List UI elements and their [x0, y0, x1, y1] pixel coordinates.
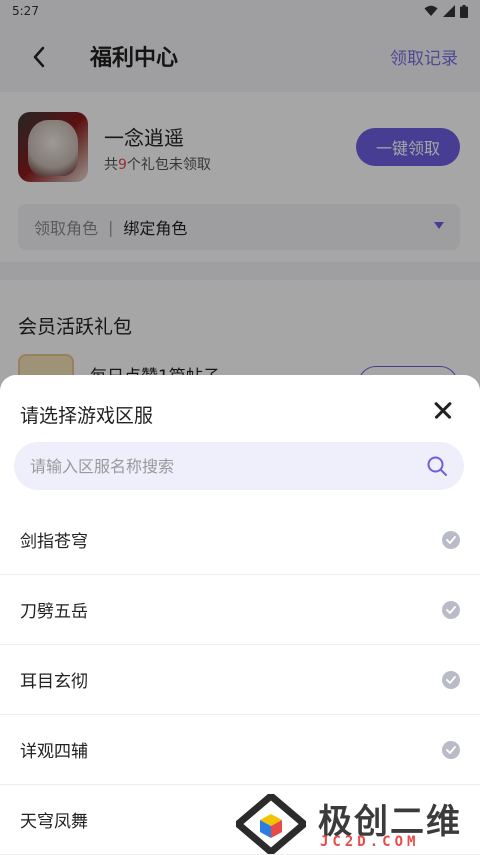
sheet-title: 请选择游戏区服: [20, 405, 154, 427]
watermark-url: JC2D.COM: [320, 834, 420, 850]
server-select-sheet: 请选择游戏区服 剑指苍穹 刀劈五岳 耳目玄彻 详观四辅 天穹凤舞: [0, 375, 480, 855]
signal-icon: [443, 5, 455, 17]
server-item[interactable]: 刀劈五岳: [0, 575, 480, 645]
server-name: 刀劈五岳: [20, 602, 88, 622]
check-circle-icon: [442, 671, 460, 689]
search-box[interactable]: [14, 442, 464, 490]
check-circle-icon: [442, 531, 460, 549]
status-time: 5:27: [12, 4, 39, 18]
server-search-input[interactable]: [30, 456, 426, 476]
check-circle-icon: [442, 741, 460, 759]
wifi-icon: [424, 5, 438, 16]
cube-logo-icon: [236, 794, 306, 854]
check-circle-icon: [442, 601, 460, 619]
close-icon[interactable]: [430, 397, 458, 425]
battery-icon: [460, 4, 468, 18]
server-item[interactable]: 详观四辅: [0, 715, 480, 785]
server-name: 天穹凤舞: [20, 812, 88, 832]
search-icon[interactable]: [426, 455, 448, 477]
status-bar: 5:27: [0, 0, 480, 22]
server-name: 详观四辅: [20, 742, 88, 762]
watermark: 极创二维 JC2D.COM: [236, 792, 480, 855]
server-name: 耳目玄彻: [20, 672, 88, 692]
server-item[interactable]: 耳目玄彻: [0, 645, 480, 715]
server-item[interactable]: 剑指苍穹: [0, 505, 480, 575]
server-name: 剑指苍穹: [20, 532, 88, 552]
status-icons: [424, 4, 468, 18]
